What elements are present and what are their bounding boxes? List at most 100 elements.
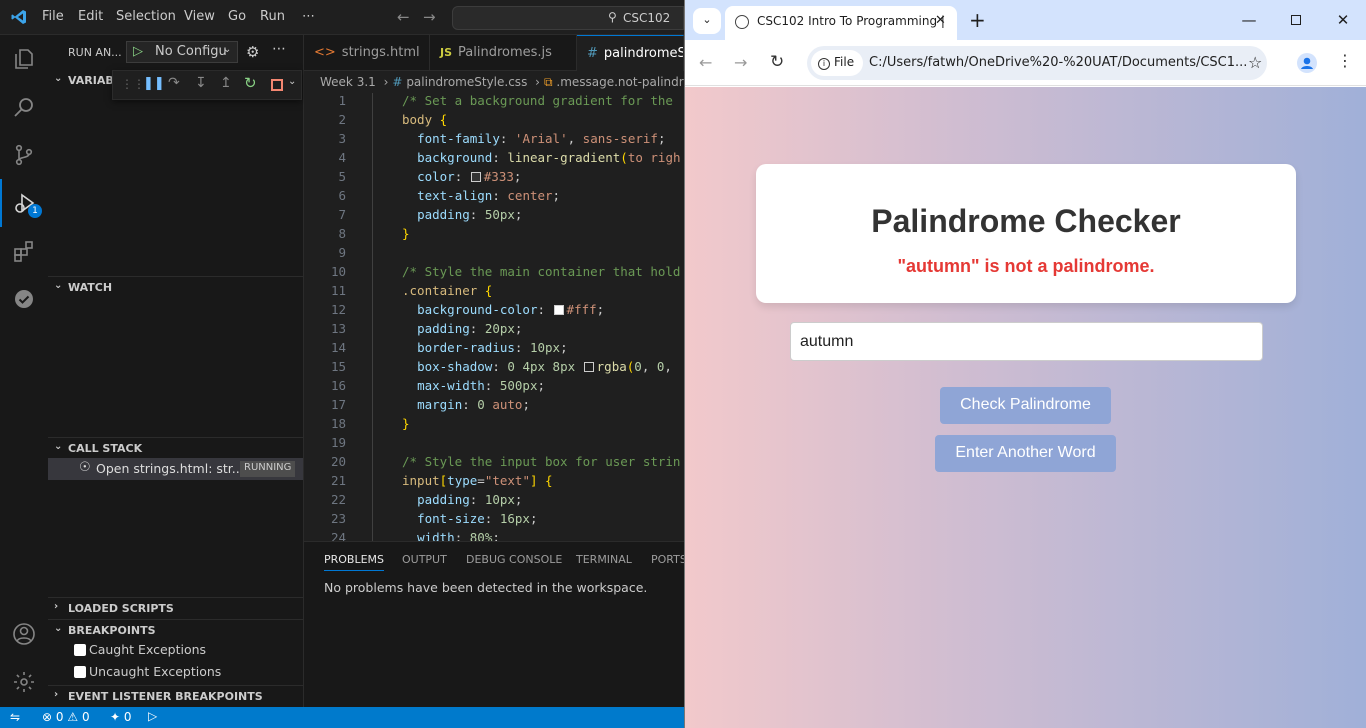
section-loaded-scripts[interactable]: › LOADED SCRIPTS <box>48 597 303 619</box>
line-number: 14 <box>330 340 346 355</box>
start-debugging-icon[interactable]: ▷ <box>133 44 143 59</box>
forward-arrow-icon[interactable]: → <box>423 8 436 26</box>
section-watch[interactable]: ⌄ WATCH <box>48 276 303 298</box>
command-center-search[interactable]: ⚲ CSC102 <box>452 6 684 30</box>
css-file-icon: # <box>392 75 403 89</box>
problems-status[interactable]: ⊗ 0 ⚠ 0 <box>42 710 90 724</box>
debug-status-icon[interactable]: ▷ <box>148 709 157 723</box>
call-stack-item[interactable]: ☉ Open strings.html: str... RUNNING <box>48 458 303 480</box>
back-icon[interactable]: ← <box>699 53 712 72</box>
site-info-chip[interactable]: i File <box>811 50 863 76</box>
menu-edit[interactable]: Edit <box>78 9 103 24</box>
close-window-icon[interactable]: ✕ <box>1320 8 1366 32</box>
bookmark-star-icon[interactable]: ☆ <box>1248 53 1262 72</box>
explorer-icon[interactable] <box>0 35 48 83</box>
ports-status[interactable]: ✦ 0 <box>110 710 132 724</box>
breadcrumb-folder[interactable]: Week 3.1 <box>320 75 376 89</box>
debug-config-select[interactable]: ▷ No Configu ⌄ <box>126 41 238 63</box>
new-tab-plus-icon[interactable]: + <box>969 8 986 32</box>
vscode-title-bar: File Edit Selection View Go Run ⋯ ← → ⚲ … <box>0 0 684 35</box>
extensions-icon[interactable] <box>0 227 48 275</box>
breakpoint-uncaught[interactable]: Uncaught Exceptions <box>74 664 221 679</box>
tab-palindrome-style[interactable]: # palindromeSt <box>577 35 684 71</box>
section-breakpoints-label: BREAKPOINTS <box>68 624 156 637</box>
ports-count: 0 <box>123 710 132 724</box>
chrome-window: ⌄ CSC102 Intro To Programming | ✕ + — ✕ … <box>684 0 1366 728</box>
step-over-icon[interactable]: ↷ <box>168 75 180 91</box>
section-event-listener[interactable]: › EVENT LISTENER BREAKPOINTS <box>48 685 303 707</box>
tab-label: Palindromes.js <box>458 45 552 60</box>
breadcrumb-symbol[interactable]: .message.not-palindro <box>556 75 684 89</box>
close-tab-icon[interactable]: ✕ <box>935 13 946 28</box>
settings-gear-icon[interactable] <box>0 658 48 706</box>
indent-guide <box>372 93 373 541</box>
maximize-icon[interactable] <box>1273 8 1319 32</box>
menu-more[interactable]: ⋯ <box>302 9 315 24</box>
line-number: 5 <box>338 169 346 184</box>
command-center-label: CSC102 <box>623 11 671 25</box>
selector-icon: ⧉ <box>543 75 553 89</box>
tab-problems[interactable]: PROBLEMS <box>324 553 385 571</box>
tab-palindromes-js[interactable]: JS Palindromes.js <box>430 35 577 71</box>
line-number: 9 <box>338 245 346 260</box>
profile-avatar-icon[interactable] <box>1297 53 1317 73</box>
web-page: Palindrome Checker "autumn" is not a pal… <box>685 87 1366 728</box>
menu-file[interactable]: File <box>42 9 64 24</box>
section-call-stack-label: CALL STACK <box>68 442 143 455</box>
chrome-menu-icon[interactable]: ⋮ <box>1337 51 1353 70</box>
menu-view[interactable]: View <box>184 9 215 24</box>
code-editor[interactable]: 1 2 3 4 5 6 7 8 9 10 11 12 13 14 15 16 17 18 19 20 21 22 23 24 … <box>304 93 684 541</box>
breakpoint-caught[interactable]: Caught Exceptions <box>74 642 206 657</box>
debug-sidebar: RUN AN... ▷ No Configu ⌄ ⚙ ⋯ ⌄ VARIABLES … <box>48 35 304 707</box>
source-control-icon[interactable] <box>0 131 48 179</box>
run-debug-icon[interactable]: 1 <box>0 179 48 227</box>
tab-search-chevron-icon[interactable]: ⌄ <box>693 8 721 34</box>
step-into-icon[interactable]: ↧ <box>195 75 207 91</box>
section-loaded-scripts-label: LOADED SCRIPTS <box>68 602 174 615</box>
call-stack-item-label: Open strings.html: str... <box>96 461 244 476</box>
menu-selection[interactable]: Selection <box>116 9 176 24</box>
tab-output[interactable]: OUTPUT <box>402 553 447 566</box>
tab-ports[interactable]: PORTS <box>651 553 687 566</box>
reload-icon[interactable]: ↻ <box>770 52 784 72</box>
section-breakpoints[interactable]: ⌄ BREAKPOINTS <box>48 619 303 641</box>
address-bar[interactable]: i File C:/Users/fatwh/OneDrive%20-%20UAT/… <box>807 46 1267 80</box>
chrome-tab[interactable]: CSC102 Intro To Programming | ✕ <box>725 6 957 40</box>
step-out-icon[interactable]: ↥ <box>220 75 232 91</box>
chevron-down-icon[interactable]: ⌄ <box>288 76 296 87</box>
testing-check-icon[interactable] <box>0 275 48 323</box>
drag-handle-icon[interactable]: ⋮⋮ <box>121 77 145 91</box>
globe-icon <box>735 15 749 29</box>
uncaught-label: Uncaught Exceptions <box>89 664 222 679</box>
stop-icon[interactable] <box>271 79 283 91</box>
restart-icon[interactable]: ↻ <box>244 74 257 92</box>
search-sidebar-icon[interactable] <box>0 83 48 131</box>
menu-go[interactable]: Go <box>228 9 246 24</box>
tab-strings-html[interactable]: <> strings.html <box>304 35 430 71</box>
line-number: 10 <box>330 264 346 279</box>
editor-tabs: <> strings.html JS Palindromes.js # palindr… <box>304 35 684 71</box>
account-icon[interactable] <box>0 610 48 658</box>
remote-icon[interactable]: ⇋ <box>10 710 20 724</box>
forward-icon[interactable]: → <box>734 53 747 72</box>
word-input[interactable] <box>790 322 1263 361</box>
breadcrumb-file[interactable]: palindromeStyle.css <box>406 75 527 89</box>
debug-settings-gear-icon[interactable]: ⚙ <box>246 43 259 61</box>
minimize-icon[interactable]: — <box>1226 8 1272 32</box>
more-actions-icon[interactable]: ⋯ <box>272 41 286 57</box>
line-number: 2 <box>338 112 346 127</box>
tab-debug-console[interactable]: DEBUG CONSOLE <box>466 553 562 566</box>
problems-message: No problems have been detected in the wo… <box>324 580 648 595</box>
pause-icon[interactable]: ❚❚ <box>143 76 165 91</box>
tab-terminal[interactable]: TERMINAL <box>576 553 632 566</box>
enter-another-word-button[interactable]: Enter Another Word <box>935 435 1116 472</box>
section-call-stack[interactable]: ⌄ CALL STACK <box>48 437 303 459</box>
back-arrow-icon[interactable]: ← <box>397 8 410 26</box>
uncaught-checkbox[interactable] <box>74 666 86 678</box>
line-number: 21 <box>330 473 346 488</box>
check-palindrome-button[interactable]: Check Palindrome <box>940 387 1111 424</box>
caught-checkbox[interactable] <box>74 644 86 656</box>
broadcast-icon: ✦ <box>110 710 121 724</box>
chevron-down-icon: ⌄ <box>54 623 63 634</box>
menu-run[interactable]: Run <box>260 9 285 24</box>
